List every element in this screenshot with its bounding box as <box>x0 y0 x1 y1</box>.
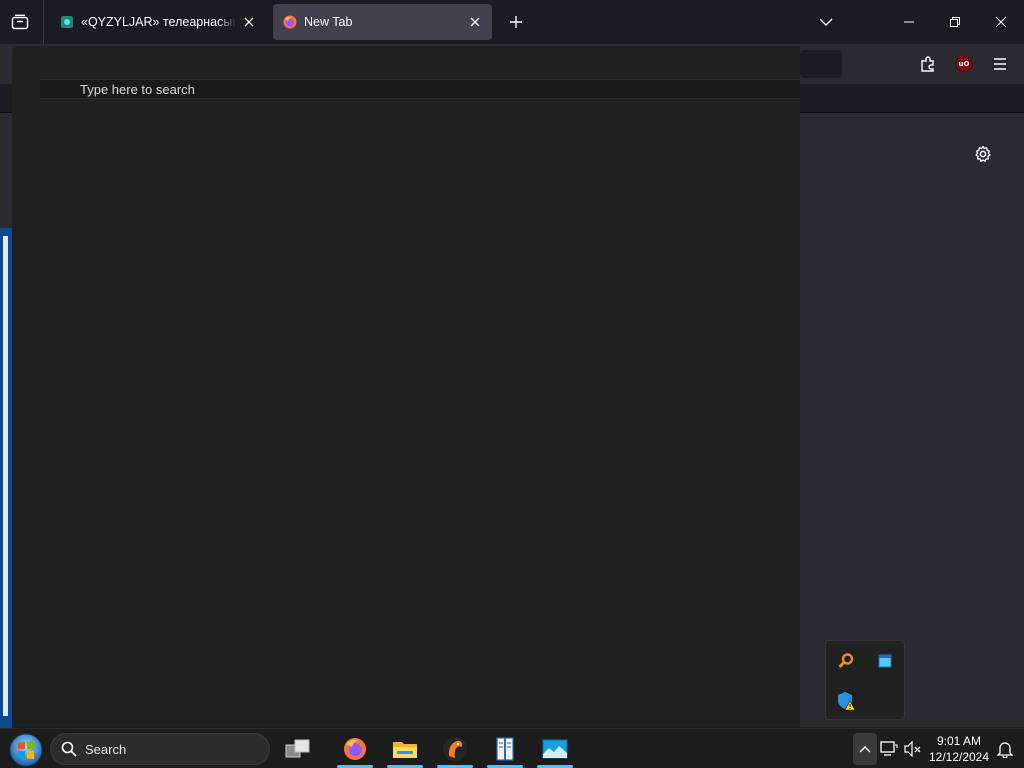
windows-taskbar: Search 9:01 AM 12/12/2024 <box>0 728 1024 768</box>
tab-strip-divider <box>43 0 44 44</box>
gear-icon <box>975 145 991 162</box>
chevron-down-icon <box>819 18 833 26</box>
search-input[interactable]: Type here to search <box>40 79 800 99</box>
orange-bird-app-icon <box>443 737 467 761</box>
start-button[interactable] <box>8 732 44 768</box>
minimize-icon <box>904 21 914 23</box>
app-menu-button[interactable] <box>986 50 1014 78</box>
file-explorer-icon <box>393 742 417 758</box>
background-window-edge-highlight <box>3 236 8 716</box>
photo-landscape-app-icon <box>542 739 568 759</box>
close-window-button[interactable] <box>978 0 1024 44</box>
qyzyljar-favicon-icon <box>60 15 74 29</box>
show-hidden-icons-chevron-icon <box>859 746 871 753</box>
notification-bell-icon <box>997 742 1013 758</box>
personalize-new-tab-button[interactable] <box>970 141 996 167</box>
tab-new-tab[interactable]: New Tab <box>273 4 492 40</box>
taskbar-orange-bird-app[interactable] <box>435 731 475 768</box>
new-tab-button[interactable] <box>502 8 530 36</box>
menu-hamburger-icon <box>994 58 1006 70</box>
notifications-button[interactable] <box>995 739 1015 759</box>
firefox-view-icon <box>11 14 29 30</box>
windows-security-warning-icon[interactable] <box>835 690 857 712</box>
orange-search-tool-icon[interactable] <box>835 650 857 672</box>
extensions-button[interactable] <box>914 50 942 78</box>
ublock-origin-icon: uO <box>956 56 972 72</box>
search-icon <box>61 741 77 757</box>
firefox-favicon-icon <box>283 15 297 29</box>
volume-button[interactable] <box>903 739 923 759</box>
search-placeholder: Type here to search <box>80 82 195 97</box>
taskbar-search-box[interactable]: Search <box>50 733 270 765</box>
clock-date: 12/12/2024 <box>928 750 990 764</box>
taskbar-firefox[interactable] <box>335 731 375 768</box>
tab-title: New Tab <box>304 15 353 29</box>
restore-icon <box>950 17 960 27</box>
minimize-window-button[interactable] <box>886 0 932 44</box>
task-view-button[interactable] <box>278 731 318 767</box>
plus-icon <box>510 16 522 28</box>
task-view-icon <box>285 739 310 758</box>
firefox-icon <box>344 738 366 760</box>
firefox-view-button[interactable] <box>6 8 34 36</box>
volume-muted-icon <box>904 741 921 757</box>
blue-window-app-icon[interactable] <box>874 650 896 672</box>
taskbar-clock[interactable]: 9:01 AM 12/12/2024 <box>928 733 990 765</box>
restore-window-button[interactable] <box>932 0 978 44</box>
windows-start-orb-icon <box>9 733 43 767</box>
tab-title: «QYZYLJAR» телеарнасының ресми сайты <box>81 15 236 29</box>
close-tab-icon[interactable] <box>466 13 484 31</box>
show-hidden-icons-button[interactable] <box>853 733 877 765</box>
network-display-icon <box>880 741 898 756</box>
hidden-icons-flyout <box>825 640 905 720</box>
taskbar-file-explorer[interactable] <box>385 731 425 768</box>
taskbar-notebook-app[interactable] <box>485 731 525 768</box>
extensions-icon <box>921 56 934 72</box>
tab-qyzyljar[interactable]: «QYZYLJAR» телеарнасының ресми сайты <box>50 4 266 40</box>
clock-time: 9:01 AM <box>936 734 982 748</box>
close-tab-icon[interactable] <box>240 13 258 31</box>
browser-tab-strip: «QYZYLJAR» телеарнасының ресми сайты New… <box>0 0 1024 44</box>
taskbar-photo-app[interactable] <box>535 731 575 768</box>
notebook-app-icon <box>496 737 514 761</box>
network-button[interactable] <box>879 739 899 759</box>
list-all-tabs-button[interactable] <box>812 8 840 36</box>
taskbar-search-label: Search <box>85 741 127 757</box>
ublock-origin-button[interactable]: uO <box>950 50 978 78</box>
close-icon <box>995 16 1007 28</box>
url-bar[interactable] <box>800 50 842 78</box>
windows-search-panel: Type here to search <box>12 46 800 727</box>
